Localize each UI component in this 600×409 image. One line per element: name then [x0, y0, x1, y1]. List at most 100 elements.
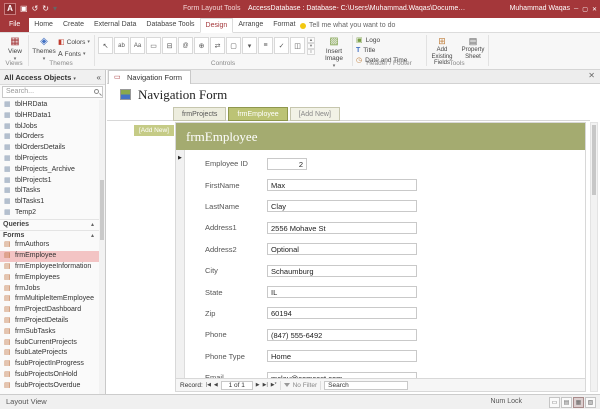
- field-input[interactable]: Schaumburg: [267, 265, 417, 277]
- shutter-bar-icon[interactable]: «: [97, 70, 101, 85]
- object-item[interactable]: frmEmployees: [0, 273, 99, 284]
- text-box-icon[interactable]: [114, 37, 129, 54]
- ribbon-tab[interactable]: Design: [200, 18, 234, 33]
- object-item[interactable]: tblProjects_Archive: [0, 165, 99, 176]
- maximize-button[interactable]: ▢: [582, 6, 588, 13]
- select-icon[interactable]: [98, 37, 113, 54]
- web-browser-control-icon[interactable]: [194, 37, 209, 54]
- undo-icon[interactable]: ↺: [32, 2, 39, 16]
- layout-view-icon[interactable]: ▦: [573, 397, 584, 408]
- option-group-icon[interactable]: [226, 37, 241, 54]
- object-item[interactable]: tblTasks: [0, 186, 99, 197]
- object-item[interactable]: tblProjects1: [0, 176, 99, 187]
- close-document-icon[interactable]: ✕: [588, 71, 595, 80]
- object-item[interactable]: fsubProjectInProgress: [0, 359, 99, 370]
- redo-icon[interactable]: ↻: [42, 2, 49, 16]
- fonts-button[interactable]: AFonts▾: [58, 50, 90, 58]
- object-item[interactable]: fsubProjectsOverdue: [0, 381, 99, 392]
- object-item[interactable]: tblHRData: [0, 100, 99, 111]
- field-input[interactable]: IL: [267, 286, 417, 298]
- object-item[interactable]: tblHRData1: [0, 111, 99, 122]
- header-footer-button[interactable]: Title: [356, 46, 407, 54]
- field-input[interactable]: Clay: [267, 200, 417, 212]
- field-input[interactable]: Optional: [267, 243, 417, 255]
- design-view-icon[interactable]: ▧: [585, 397, 596, 408]
- object-item[interactable]: Forms: [0, 230, 99, 241]
- object-item[interactable]: tblProjects: [0, 154, 99, 165]
- label-icon[interactable]: [130, 37, 145, 54]
- object-item[interactable]: frmProjectDetails: [0, 316, 99, 327]
- first-record-icon[interactable]: |◀: [206, 382, 211, 388]
- document-tab[interactable]: Navigation Form: [108, 70, 191, 84]
- ribbon-tab[interactable]: Create: [58, 18, 89, 32]
- object-item[interactable]: fsubProjectsOnHold: [0, 370, 99, 381]
- object-item[interactable]: frmAuthors: [0, 240, 99, 251]
- object-item[interactable]: Temp2: [0, 208, 99, 219]
- scrollbar-thumb[interactable]: [592, 125, 596, 195]
- object-item[interactable]: tblOrdersDetails: [0, 143, 99, 154]
- record-search-input[interactable]: Search: [324, 381, 408, 390]
- view-button[interactable]: ▦ View ▾: [3, 36, 27, 63]
- filter-status[interactable]: No Filter: [293, 382, 318, 389]
- object-item[interactable]: fsubCurrentProjects: [0, 338, 99, 349]
- account-user-name[interactable]: Muhammad Waqas: [510, 0, 570, 18]
- more-controls-icon[interactable]: ≡: [307, 49, 315, 55]
- object-item[interactable]: Queries: [0, 219, 99, 230]
- navigation-tab[interactable]: frmProjects: [173, 107, 226, 121]
- sidebar-search-input[interactable]: Search...: [2, 86, 103, 98]
- tab-control-icon[interactable]: [162, 37, 177, 54]
- field-input[interactable]: 2: [267, 158, 307, 170]
- form-scrollbar[interactable]: [590, 122, 598, 392]
- object-item[interactable]: frmMultipleItemEmployee: [0, 294, 99, 305]
- navigation-control-icon[interactable]: [210, 37, 225, 54]
- next-record-icon[interactable]: ▶: [256, 382, 260, 388]
- customize-quick-access-icon[interactable]: ▾: [53, 2, 57, 16]
- ribbon-tab[interactable]: Arrange: [233, 18, 268, 32]
- hyperlink-icon[interactable]: [178, 37, 193, 54]
- previous-record-icon[interactable]: ◀: [214, 382, 218, 388]
- field-input[interactable]: 60194: [267, 307, 417, 319]
- record-position[interactable]: 1 of 1: [221, 381, 253, 390]
- scrollbar-thumb[interactable]: [100, 180, 104, 240]
- object-item[interactable]: tblTasks1: [0, 197, 99, 208]
- field-input[interactable]: Home: [267, 350, 417, 362]
- object-item[interactable]: frmProjectDashboard: [0, 305, 99, 316]
- save-icon[interactable]: ▣: [20, 2, 28, 16]
- ribbon-tab[interactable]: External Data: [89, 18, 141, 32]
- sidebar-scrollbar[interactable]: [99, 100, 105, 394]
- object-item[interactable]: frmSubTasks: [0, 327, 99, 338]
- ribbon-tab[interactable]: Home: [29, 18, 58, 32]
- record-selector-bar[interactable]: ▶: [176, 150, 185, 378]
- field-input[interactable]: (847) 555-6492: [267, 329, 417, 341]
- object-item[interactable]: frmEmployeeInformation: [0, 262, 99, 273]
- combo-box-icon[interactable]: [242, 37, 257, 54]
- form-view-icon[interactable]: ▭: [549, 397, 560, 408]
- new-record-icon[interactable]: ▶*: [271, 382, 277, 388]
- object-item[interactable]: frmEmployee: [0, 251, 99, 262]
- minimize-button[interactable]: ─: [574, 6, 578, 12]
- button-icon[interactable]: [146, 37, 161, 54]
- header-footer-button[interactable]: Logo: [356, 36, 407, 44]
- chart-icon[interactable]: [290, 37, 305, 54]
- themes-button[interactable]: ◈ Themes ▾: [31, 36, 57, 63]
- ribbon-tab[interactable]: Format: [268, 18, 300, 32]
- ribbon-tab[interactable]: Database Tools: [141, 18, 199, 32]
- navigation-tab[interactable]: [Add New]: [290, 107, 340, 121]
- field-input[interactable]: 2556 Mohave St: [267, 222, 417, 234]
- field-input[interactable]: Max: [267, 179, 417, 191]
- close-button[interactable]: ✕: [592, 6, 597, 13]
- object-item[interactable]: tblJobs: [0, 122, 99, 133]
- tell-me-box[interactable]: Tell me what you want to do: [300, 18, 395, 33]
- object-item[interactable]: tblOrders: [0, 132, 99, 143]
- check-box-icon[interactable]: [274, 37, 289, 54]
- last-record-icon[interactable]: ▶|: [263, 382, 268, 388]
- colors-button[interactable]: ◧Colors▾: [58, 38, 90, 46]
- object-item[interactable]: fsubLateProjects: [0, 348, 99, 359]
- ribbon-tab[interactable]: File: [0, 18, 29, 32]
- navigation-pane-header[interactable]: All Access Objects ▾ «: [0, 70, 105, 85]
- list-box-icon[interactable]: [258, 37, 273, 54]
- vertical-add-new-tab[interactable]: [Add New]: [134, 125, 174, 136]
- navigation-tab[interactable]: frmEmployee: [228, 107, 287, 121]
- datasheet-view-icon[interactable]: ▤: [561, 397, 572, 408]
- object-item[interactable]: frmJobs: [0, 284, 99, 295]
